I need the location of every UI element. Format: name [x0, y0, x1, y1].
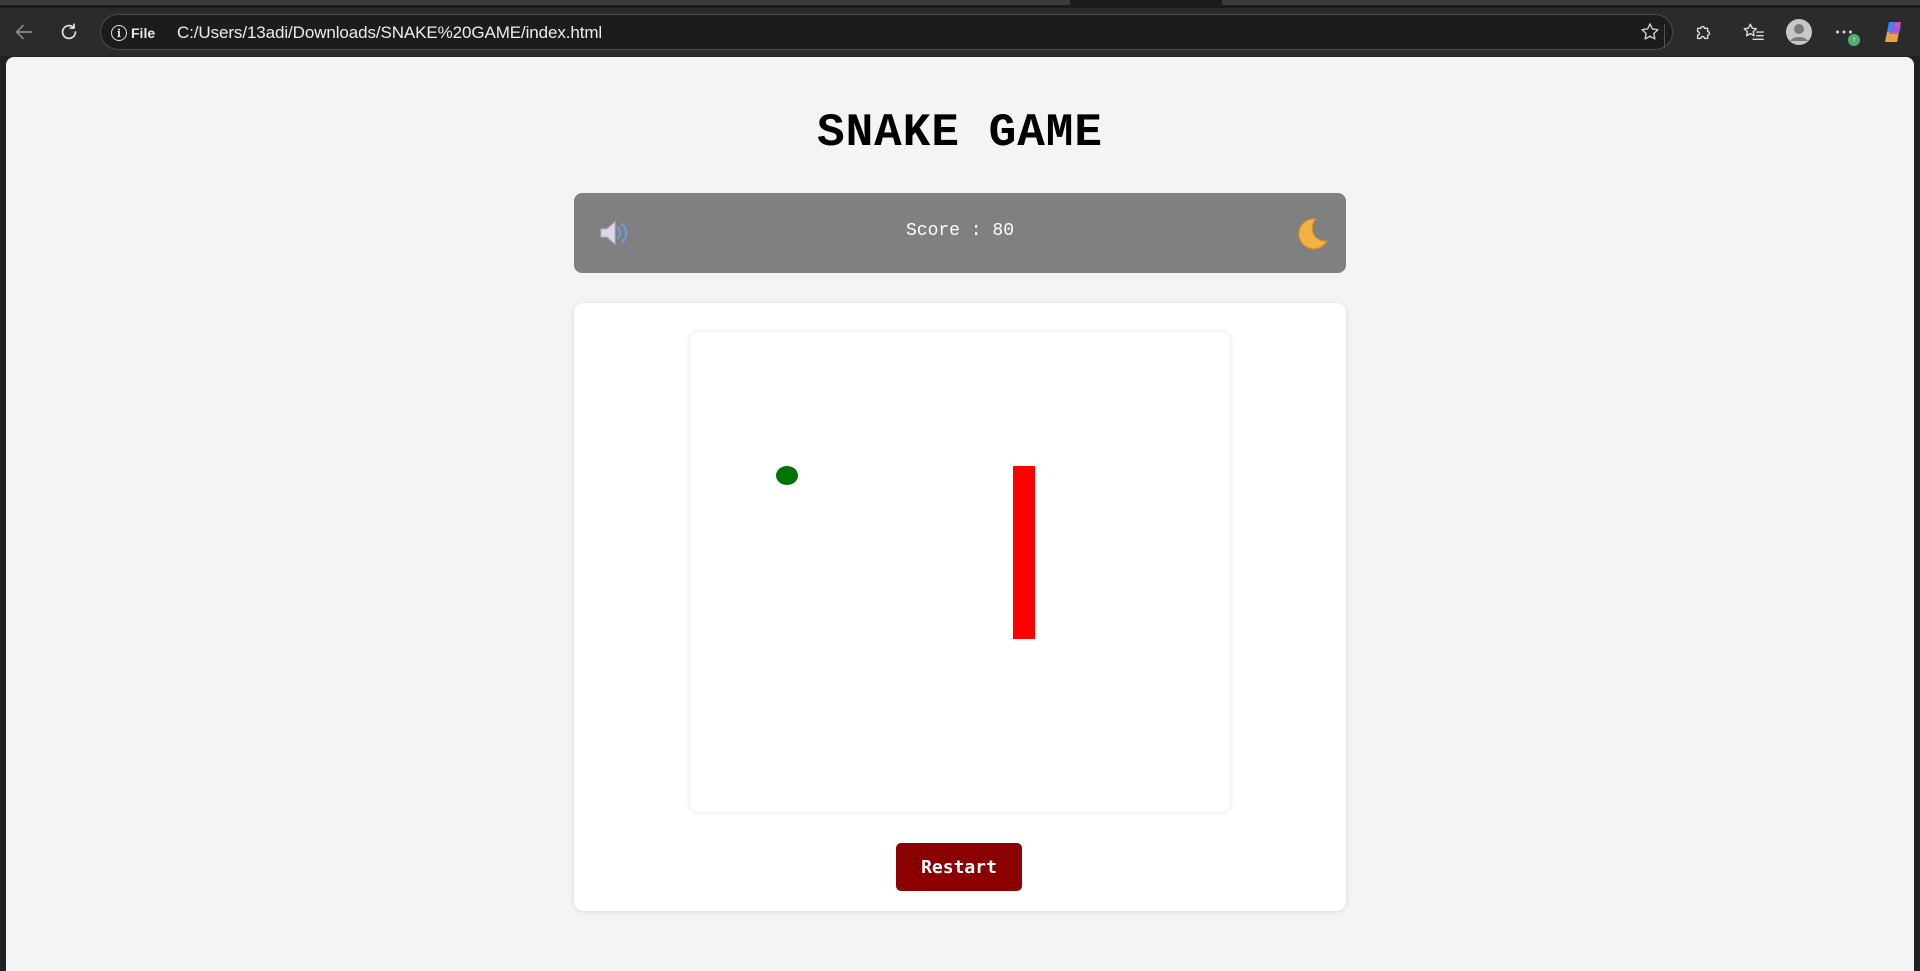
tab-strip: [0, 0, 1920, 8]
score-display: Score : 80: [574, 221, 1346, 241]
score-separator: :: [970, 221, 982, 241]
score-value: 80: [992, 221, 1015, 241]
score-label: Score: [905, 221, 960, 241]
favorites-list-icon: [1743, 23, 1764, 41]
reload-icon: [61, 23, 77, 40]
settings-more-button[interactable]: ↑: [1828, 16, 1860, 48]
favorites-button[interactable]: [1738, 16, 1770, 48]
copilot-button[interactable]: [1877, 16, 1909, 48]
browser-toolbar: i File C:/Users/13adi/Downloads/SNAKE%20…: [0, 8, 1920, 56]
site-info-label: File: [131, 25, 156, 41]
snake-body: [1013, 466, 1035, 639]
copilot-icon: [1885, 22, 1901, 42]
crescent-moon-icon[interactable]: [1292, 215, 1330, 258]
profile-button[interactable]: [1783, 16, 1815, 48]
back-arrow-icon: [15, 24, 33, 40]
avatar: [1786, 19, 1812, 45]
update-badge: ↑: [1848, 34, 1860, 46]
food-dot: [776, 466, 798, 485]
inactive-tab-edge[interactable]: [0, 0, 1070, 5]
puzzle-piece-icon: [1696, 25, 1711, 40]
toolbar-divider: [1664, 24, 1665, 48]
reload-button[interactable]: [53, 16, 85, 48]
game-board[interactable]: [690, 332, 1230, 812]
star-icon: [1641, 23, 1659, 40]
address-url[interactable]: C:/Users/13adi/Downloads/SNAKE%20GAME/in…: [177, 23, 602, 43]
inactive-tab-edge[interactable]: [1222, 0, 1920, 5]
info-icon: i: [111, 25, 127, 41]
score-bar: Score : 80: [574, 193, 1346, 273]
back-button[interactable]: [8, 16, 40, 48]
address-bar[interactable]: i File C:/Users/13adi/Downloads/SNAKE%20…: [100, 14, 1673, 50]
page-title: SNAKE GAME: [816, 107, 1104, 159]
favorite-button[interactable]: [1634, 16, 1666, 48]
game-card: Restart: [574, 303, 1346, 911]
site-info-button[interactable]: i File: [111, 22, 155, 44]
extensions-button[interactable]: [1688, 16, 1720, 48]
page-viewport: SNAKE GAME Score : 80 Restart: [6, 57, 1914, 971]
restart-button[interactable]: Restart: [896, 843, 1022, 891]
